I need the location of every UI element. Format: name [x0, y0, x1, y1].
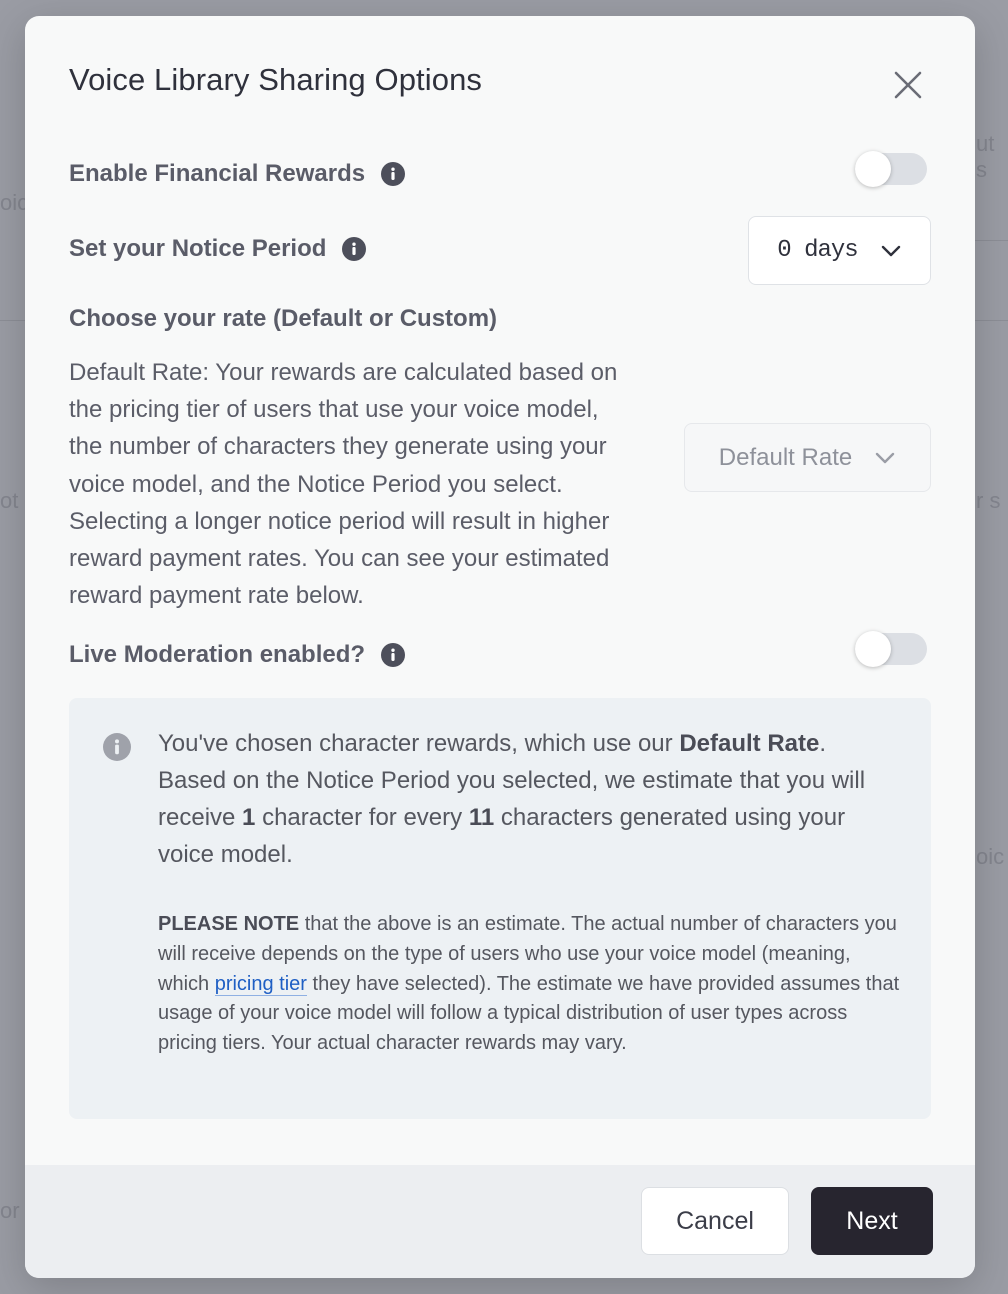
background-divider — [975, 320, 1008, 321]
note-prefix: PLEASE NOTE — [158, 913, 300, 935]
chevron-down-icon — [881, 245, 900, 256]
info-icon[interactable] — [342, 237, 367, 261]
background-text-fragment: ot — [0, 488, 19, 513]
live-moderation-row: Live Moderation enabled? — [69, 641, 406, 669]
every-count: 11 — [468, 804, 495, 831]
info-icon[interactable] — [381, 162, 406, 186]
toggle-knob — [855, 151, 891, 187]
notice-period-value: 0 days — [777, 237, 858, 264]
financial-rewards-row: Enable Financial Rewards — [69, 160, 406, 188]
pricing-tier-link[interactable]: pricing tier — [214, 972, 307, 996]
sharing-options-modal: Voice Library Sharing Options Enable Fin… — [25, 16, 975, 1278]
rate-select[interactable]: Default Rate — [684, 423, 931, 492]
close-icon — [894, 71, 922, 99]
modal-title: Voice Library Sharing Options — [69, 62, 483, 97]
financial-rewards-label: Enable Financial Rewards — [69, 160, 366, 187]
live-moderation-label: Live Moderation enabled? — [69, 641, 366, 668]
modal-footer: Cancel Next — [25, 1165, 975, 1278]
estimate-text: You've chosen character rewards, which u… — [158, 725, 898, 873]
background-text-fragment: oic — [976, 844, 1005, 869]
estimate-text-part: character for every — [255, 804, 469, 831]
rate-heading-label: Choose your rate (Default or Custom) — [69, 305, 498, 332]
notice-period-label: Set your Notice Period — [69, 235, 327, 262]
estimate-text-part: You've chosen character rewards, which u… — [158, 730, 680, 757]
live-moderation-toggle[interactable] — [855, 631, 927, 667]
rate-select-value: Default Rate — [718, 443, 853, 471]
rate-description: Default Rate: Your rewards are calculate… — [69, 359, 618, 610]
rate-heading: Choose your rate (Default or Custom) — [69, 305, 497, 333]
background-text-fragment: ut s — [976, 131, 995, 182]
estimate-note: PLEASE NOTE that the above is an estimat… — [158, 910, 906, 1059]
background-text-fragment: oic — [0, 190, 29, 215]
chevron-down-icon — [876, 452, 895, 463]
background-text-fragment: or — [0, 1198, 20, 1223]
financial-rewards-toggle[interactable] — [855, 151, 927, 187]
close-button[interactable] — [891, 68, 925, 102]
info-icon — [103, 733, 131, 761]
background-divider — [975, 240, 1008, 241]
cancel-button[interactable]: Cancel — [641, 1187, 789, 1255]
notice-period-select[interactable]: 0 days — [748, 216, 931, 285]
estimate-callout: You've chosen character rewards, which u… — [69, 698, 931, 1119]
receive-count: 1 — [242, 804, 256, 831]
rate-name: Default Rate — [679, 730, 820, 757]
toggle-knob — [855, 631, 891, 667]
background-text-fragment: r s — [976, 488, 1001, 513]
info-icon[interactable] — [381, 643, 406, 667]
notice-period-row: Set your Notice Period — [69, 235, 367, 263]
next-button[interactable]: Next — [811, 1187, 933, 1255]
background-divider — [0, 320, 25, 321]
